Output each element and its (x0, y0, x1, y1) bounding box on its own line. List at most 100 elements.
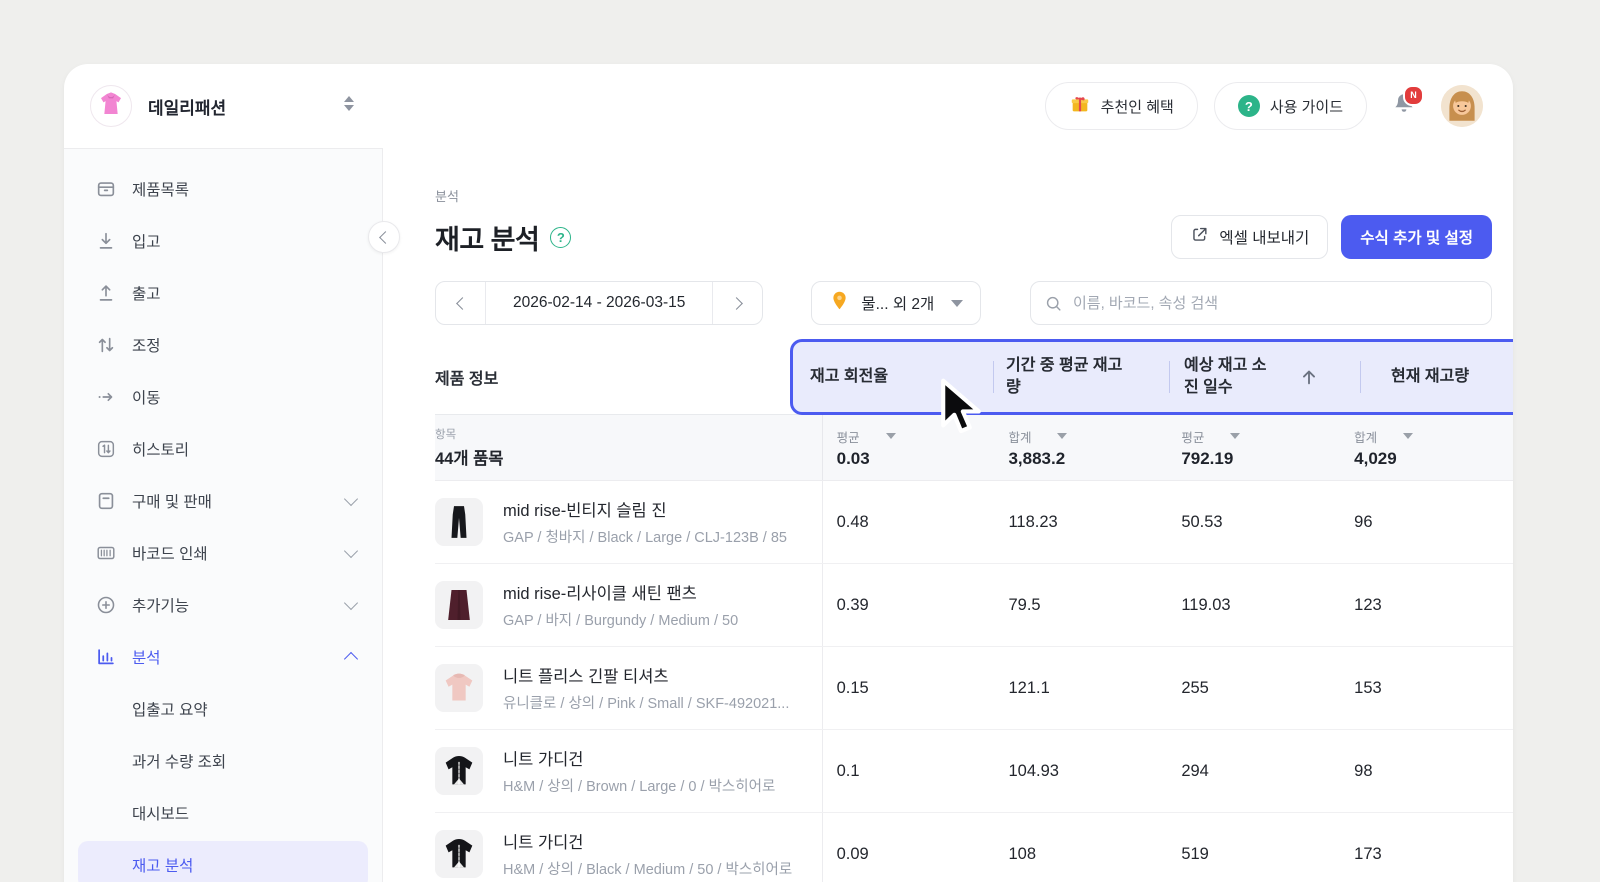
items-label: 항목 (435, 426, 822, 442)
search-input[interactable] (1030, 281, 1492, 325)
product-name: mid rise-빈티지 슬림 진 (503, 497, 787, 521)
table-row[interactable]: mid rise-리사이클 새틴 팬츠GAP / 바지 / Burgundy /… (435, 564, 1513, 647)
product-thumbnail (435, 581, 483, 629)
plus-circle-icon (94, 593, 118, 617)
sidebar-item-move[interactable]: 이동 (64, 371, 382, 423)
metric-value: 96 (1340, 481, 1513, 563)
excel-export-button[interactable]: 엑셀 내보내기 (1171, 215, 1328, 259)
help-icon[interactable]: ? (550, 227, 571, 248)
search-box (1030, 281, 1492, 325)
sidebar: 제품목록 입고 출고 조정 이동 (64, 148, 383, 882)
referral-benefit-label: 추천인 혜택 (1101, 96, 1174, 117)
product-cell: mid rise-빈티지 슬림 진 GAP / 청바지 / Black / Lar… (435, 481, 822, 563)
inventory-table: 제품 정보 재고 회전율 기간 중 평균 재고량 예상 재고 소진 일수 (435, 339, 1513, 882)
sidebar-item-barcode-print[interactable]: 바코드 인쇄 (64, 527, 382, 579)
metric-value: 0.39 (822, 564, 995, 646)
prev-period-button[interactable] (436, 282, 486, 324)
metric-value: 255 (1167, 647, 1340, 729)
column-header-turnover: 재고 회전율 (793, 366, 993, 388)
next-period-button[interactable] (712, 282, 762, 324)
metric-value: 98 (1340, 730, 1513, 812)
app-card: 데일리패션 추천인 혜택 ? 사용 가이드 (64, 64, 1513, 882)
user-guide-button[interactable]: ? 사용 가이드 (1214, 82, 1367, 130)
blouse-icon (96, 89, 126, 124)
table-row[interactable]: 니트 플리스 긴팔 티셔츠유니클로 / 상의 / Pink / Small / … (435, 647, 1513, 730)
product-thumbnail (435, 747, 483, 795)
agg-dropdown-icon[interactable] (1230, 433, 1240, 439)
metric-value: 119.03 (1167, 564, 1340, 646)
column-header-current-stock: 현재 재고량 (1361, 366, 1513, 388)
add-formula-button[interactable]: 수식 추가 및 설정 (1341, 215, 1492, 259)
selected-metric-columns[interactable]: 재고 회전율 기간 중 평균 재고량 예상 재고 소진 일수 현재 재고량 (790, 339, 1513, 415)
user-avatar[interactable] (1441, 85, 1483, 127)
workspace-logo[interactable] (90, 85, 132, 127)
agg-dropdown-icon[interactable] (1057, 433, 1067, 439)
date-range-value[interactable]: 2026-02-14 - 2026-03-15 (486, 282, 712, 324)
metric-value: 0.48 (822, 481, 995, 563)
metric-value: 50.53 (1167, 481, 1340, 563)
product-name: 니트 플리스 긴팔 티셔츠 (503, 663, 789, 687)
product-attributes: GAP / 청바지 / Black / Large / CLJ-123B / 8… (503, 526, 787, 547)
metric-value: 104.93 (994, 730, 1167, 812)
agg-dropdown-icon[interactable] (1403, 433, 1413, 439)
search-icon (1044, 294, 1063, 318)
sidebar-item-extras[interactable]: 추가기능 (64, 579, 382, 631)
table-row[interactable]: 니트 가디건 H&M / 상의 / Brown / Large / 0 / 박스히… (435, 730, 1513, 813)
sidebar-collapse-button[interactable] (368, 221, 400, 253)
sidebar-item-trade[interactable]: 구매 및 판매 (64, 475, 382, 527)
metric-value: 123 (1340, 564, 1513, 646)
move-icon (94, 385, 118, 409)
chevron-down-icon (951, 300, 963, 307)
notification-badge: N (1403, 85, 1424, 106)
main-content: 분석 재고 분석 ? 엑셀 내보내기 수식 추가 및 설정 (383, 148, 1513, 882)
sort-ascending-icon[interactable] (1298, 366, 1320, 388)
table-row[interactable]: 니트 가디건H&M / 상의 / Black / Medium / 50 / 박… (435, 813, 1513, 882)
metric-value: 0.09 (822, 813, 995, 882)
column-header-avg-stock: 기간 중 평균 재고량 (994, 355, 1169, 398)
metric-value: 0.1 (822, 730, 995, 812)
sidebar-subitem-dashboard[interactable]: 대시보드 (64, 787, 382, 839)
inbound-icon (94, 229, 118, 253)
package-icon (94, 177, 118, 201)
summary-row: 항목 44개 품목 평균 0.03 합계 3,883.2 평균 (435, 415, 1513, 481)
metric-value: 0.15 (822, 647, 995, 729)
product-attributes: H&M / 상의 / Brown / Large / 0 / 박스히어로 (503, 775, 775, 796)
product-cell: 니트 플리스 긴팔 티셔츠유니클로 / 상의 / Pink / Small / … (435, 647, 822, 729)
location-filter-dropdown[interactable]: 물... 외 2개 (811, 281, 981, 325)
sidebar-item-history[interactable]: 히스토리 (64, 423, 382, 475)
product-name: 니트 가디건 (503, 829, 792, 853)
summary-stat-avg-stock: 합계 3,883.2 (994, 415, 1167, 480)
column-header-days-until-out: 예상 재고 소진 일수 (1170, 355, 1360, 398)
sidebar-item-analysis[interactable]: 분석 (64, 631, 382, 683)
product-name: 니트 가디건 (503, 746, 775, 770)
sidebar-item-outbound[interactable]: 출고 (64, 267, 382, 319)
sidebar-subitem-inventory-analysis[interactable]: 재고 분석 (78, 841, 368, 882)
sidebar-item-adjust[interactable]: 조정 (64, 319, 382, 371)
metric-value: 108 (994, 813, 1167, 882)
metric-value: 294 (1167, 730, 1340, 812)
gift-icon (1069, 93, 1091, 119)
sidebar-subitem-past-quantity[interactable]: 과거 수량 조회 (64, 735, 382, 787)
product-cell: mid rise-리사이클 새틴 팬츠GAP / 바지 / Burgundy /… (435, 564, 822, 646)
outbound-icon (94, 281, 118, 305)
table-row[interactable]: mid rise-빈티지 슬림 진 GAP / 청바지 / Black / Lar… (435, 481, 1513, 564)
workspace-switcher-icon[interactable] (344, 96, 354, 111)
user-guide-label: 사용 가이드 (1270, 96, 1343, 117)
referral-benefit-button[interactable]: 추천인 혜택 (1045, 82, 1198, 130)
top-header: 데일리패션 추천인 혜택 ? 사용 가이드 (64, 64, 1513, 148)
sidebar-item-products[interactable]: 제품목록 (64, 163, 382, 215)
sidebar-item-inbound[interactable]: 입고 (64, 215, 382, 267)
items-count: 44개 품목 (435, 445, 822, 469)
app-window: 데일리패션 추천인 혜택 ? 사용 가이드 (0, 0, 1600, 882)
product-cell: 니트 가디건H&M / 상의 / Black / Medium / 50 / 박… (435, 813, 822, 882)
metric-value: 153 (1340, 647, 1513, 729)
agg-dropdown-icon[interactable] (886, 433, 896, 439)
product-attributes: 유니클로 / 상의 / Pink / Small / SKF-492021... (503, 692, 789, 713)
chevron-down-icon (344, 596, 358, 610)
chevron-up-icon (344, 652, 358, 666)
sidebar-subitem-io-summary[interactable]: 입출고 요약 (64, 683, 382, 735)
notifications-button[interactable]: N (1391, 91, 1417, 122)
document-icon (94, 489, 118, 513)
chevron-down-icon (344, 492, 358, 506)
barcode-icon (94, 541, 118, 565)
